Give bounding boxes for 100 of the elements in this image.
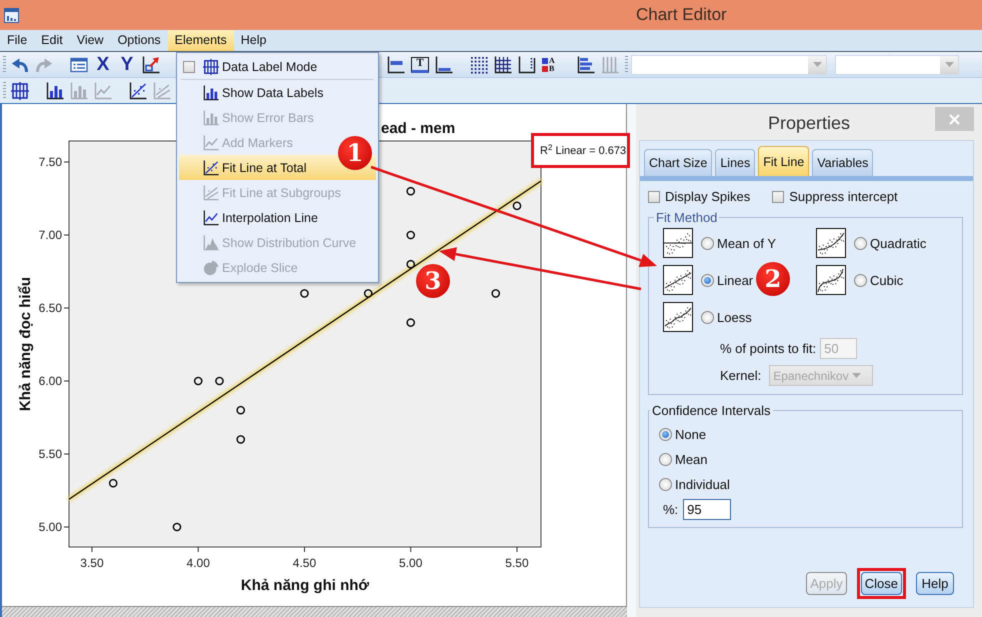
axis-line-icon[interactable] — [435, 56, 453, 74]
chart-title: ead - mem — [381, 120, 456, 137]
radio-label: Mean — [675, 452, 708, 467]
axis-tick-label: 5.00 — [399, 556, 422, 570]
close-button[interactable] — [935, 107, 974, 131]
letter-tool[interactable]: X — [94, 56, 112, 74]
close-icon — [949, 114, 960, 124]
axis-tick-label: 5.00 — [38, 520, 62, 534]
menu-item[interactable]: File — [0, 30, 34, 51]
toolbar-grip[interactable] — [625, 56, 628, 74]
toolbar-grip[interactable] — [3, 56, 6, 74]
menu-entry[interactable]: Show Data Labels — [179, 80, 330, 105]
tab[interactable]: Fit Line — [758, 146, 810, 176]
dialog-button[interactable]: Help — [916, 572, 954, 595]
caret-icon — [812, 62, 822, 67]
checkbox-label: Suppress intercept — [789, 189, 898, 204]
fit-line[interactable] — [68, 180, 542, 500]
bar-chart-icon — [203, 110, 219, 126]
toolbar-grip[interactable] — [3, 82, 6, 100]
letter-tool[interactable]: Y — [118, 56, 136, 74]
data-point — [300, 289, 309, 298]
axis-tick-label: 7.00 — [38, 228, 62, 242]
data-point — [406, 230, 416, 240]
dotted-grid-icon[interactable] — [470, 56, 488, 74]
data-point — [406, 186, 416, 196]
axis-arrow-icon[interactable] — [142, 56, 160, 74]
y-axis-title: Khả năng đọc hiểu — [17, 276, 34, 412]
tab[interactable]: Variables — [812, 149, 874, 176]
radio-button[interactable] — [701, 310, 714, 324]
axis-tick-label: 5.50 — [505, 556, 529, 570]
x-axis-title: Khả năng ghi nhớ — [240, 577, 370, 594]
radio-button[interactable] — [701, 274, 714, 286]
list-window-icon[interactable] — [70, 56, 88, 74]
data-point — [172, 522, 182, 532]
crosshair-grid-icon[interactable] — [11, 82, 29, 100]
r-squared-label: R$^{2}$ Linear = 0.673 — [540, 144, 626, 156]
bar-chart-icon — [203, 84, 219, 100]
caret-icon — [944, 62, 954, 67]
scatter-line-icon[interactable] — [129, 82, 147, 100]
checkbox[interactable] — [183, 61, 195, 73]
axis-bar-icon[interactable] — [387, 56, 405, 74]
axis-frame-icon[interactable] — [518, 56, 536, 74]
group-title: Fit Method — [655, 210, 718, 225]
data-point — [236, 435, 246, 444]
menu-entry[interactable]: Interpolation Line — [179, 205, 324, 230]
axis-tick-label: 6.00 — [38, 374, 62, 388]
radio-button[interactable] — [659, 453, 672, 466]
radio-label: Linear — [717, 272, 754, 288]
area-chart-icon — [203, 234, 219, 250]
text-box-tool[interactable]: T — [411, 56, 429, 72]
grid-icon[interactable] — [494, 56, 512, 74]
legend-tool[interactable]: AB — [542, 56, 560, 74]
dialog-button[interactable]: Close — [860, 572, 902, 595]
radio-button[interactable] — [854, 236, 867, 250]
horizontal-bars-icon[interactable] — [577, 56, 595, 74]
scatter-lines-icon — [203, 184, 219, 200]
line-chart-icon — [203, 210, 219, 226]
data-point — [364, 289, 373, 298]
input-field[interactable]: 95 — [683, 499, 732, 520]
group-title: Confidence Intervals — [651, 403, 772, 418]
scatter-curve-icon — [816, 228, 846, 258]
data-point — [406, 318, 416, 327]
radio-button[interactable] — [854, 274, 867, 286]
tab[interactable]: Lines — [715, 149, 756, 176]
axis-tick-label: 4.50 — [292, 556, 316, 570]
window-title: Chart Editor — [636, 5, 728, 25]
data-point — [236, 406, 246, 414]
caret-icon — [852, 373, 861, 378]
menu-item[interactable]: Help — [234, 30, 274, 51]
menu-entry[interactable]: Data Label Mode — [179, 55, 324, 79]
app-icon — [4, 8, 19, 22]
checkbox[interactable] — [772, 190, 784, 202]
panel-title: Properties — [768, 113, 850, 134]
data-point — [406, 260, 416, 269]
checkbox-label: Display Spikes — [665, 189, 750, 204]
radio-button[interactable] — [659, 428, 672, 441]
menu-item[interactable]: Edit — [34, 30, 70, 51]
menu-item[interactable]: View — [70, 30, 111, 51]
radio-label: Mean of Y — [717, 236, 776, 250]
radio-button[interactable] — [701, 236, 714, 250]
menu-item[interactable]: Elements — [168, 30, 234, 51]
menu-item[interactable]: Options — [110, 30, 168, 51]
axis-tick-label: 5.50 — [38, 447, 62, 461]
crosshair-grid-icon — [203, 59, 219, 75]
field-label: %: — [663, 502, 678, 517]
field-label: Kernel: — [720, 368, 762, 383]
checkbox[interactable] — [648, 190, 660, 202]
data-point — [491, 289, 500, 298]
bar-chart-icon[interactable] — [46, 82, 64, 100]
scatter-s-curve-icon — [816, 265, 846, 295]
axis-tick-label: 7.50 — [38, 155, 62, 170]
radio-button[interactable] — [659, 478, 672, 491]
axis-tick-label: 4.00 — [186, 556, 210, 570]
field-label: % of points to fit: — [720, 341, 816, 356]
color-squares-icon — [542, 58, 548, 72]
undo-icon[interactable] — [11, 56, 29, 74]
tab[interactable]: Chart Size — [644, 149, 712, 176]
scatter-line-icon — [203, 160, 219, 176]
data-point — [108, 478, 118, 488]
radio-label: Cubic — [870, 272, 904, 288]
